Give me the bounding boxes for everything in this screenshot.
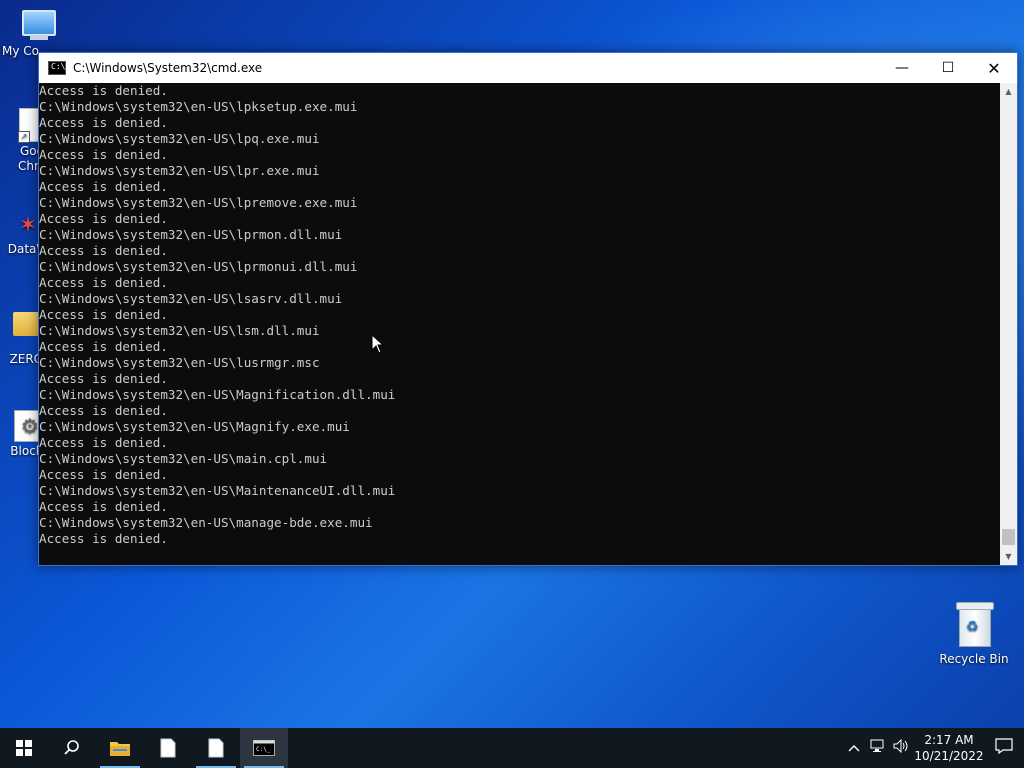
console-line: C:\Windows\system32\en-US\lusrmgr.msc bbox=[39, 355, 320, 370]
console-line: Access is denied. bbox=[39, 531, 168, 546]
console-line: Access is denied. bbox=[39, 435, 168, 450]
desktop-icon-recycle-bin[interactable]: ♻ Recycle Bin bbox=[938, 602, 1010, 666]
taskbar-file-explorer[interactable] bbox=[96, 728, 144, 768]
console-line: Access is denied. bbox=[39, 467, 168, 482]
console-line: C:\Windows\system32\en-US\lpq.exe.mui bbox=[39, 131, 320, 146]
console-line: C:\Windows\system32\en-US\lsasrv.dll.mui bbox=[39, 291, 343, 306]
console-line: Access is denied. bbox=[39, 371, 168, 386]
windows-logo-icon bbox=[16, 740, 32, 756]
taskbar: C:\_ 2:17 AM 10/21/2022 bbox=[0, 728, 1024, 768]
console-line: Access is denied. bbox=[39, 243, 168, 258]
console-line: C:\Windows\system32\en-US\main.cpl.mui bbox=[39, 451, 328, 466]
start-button[interactable] bbox=[0, 728, 48, 768]
console-line: C:\Windows\system32\en-US\Magnification.… bbox=[39, 387, 396, 402]
document-icon bbox=[208, 738, 224, 758]
search-button[interactable] bbox=[48, 728, 96, 768]
console-line: Access is denied. bbox=[39, 403, 168, 418]
system-tray: 2:17 AM 10/21/2022 bbox=[842, 728, 1024, 768]
console-line: C:\Windows\system32\en-US\lpremove.exe.m… bbox=[39, 195, 358, 210]
taskbar-document-2[interactable] bbox=[192, 728, 240, 768]
console-line: C:\Windows\system32\en-US\lprmon.dll.mui bbox=[39, 227, 343, 242]
clock-time: 2:17 AM bbox=[924, 733, 974, 747]
minimize-button[interactable]: — bbox=[879, 53, 925, 83]
taskbar-document-1[interactable] bbox=[144, 728, 192, 768]
console-line: C:\Windows\system32\en-US\MaintenanceUI.… bbox=[39, 483, 396, 498]
recycle-bin-icon: ♻ bbox=[956, 602, 994, 647]
clock-date: 10/21/2022 bbox=[914, 749, 984, 763]
computer-icon bbox=[18, 10, 58, 42]
console-line: C:\Windows\system32\en-US\lsm.dll.mui bbox=[39, 323, 320, 338]
cmd-window[interactable]: C:\ C:\Windows\System32\cmd.exe — ☐ ✕ Ac… bbox=[38, 52, 1018, 566]
cmd-icon: C:\_ bbox=[253, 740, 275, 756]
console-line: Access is denied. bbox=[39, 499, 168, 514]
close-button[interactable]: ✕ bbox=[971, 53, 1017, 83]
console-line: Access is denied. bbox=[39, 339, 168, 354]
console-line: Access is denied. bbox=[39, 115, 168, 130]
console-line: C:\Windows\system32\en-US\lpr.exe.mui bbox=[39, 163, 320, 178]
console-line: Access is denied. bbox=[39, 179, 168, 194]
window-title: C:\Windows\System32\cmd.exe bbox=[73, 61, 263, 75]
search-icon bbox=[64, 740, 79, 755]
maximize-button[interactable]: ☐ bbox=[925, 53, 971, 83]
show-hidden-icons-chevron-icon[interactable] bbox=[842, 741, 866, 756]
scrollbar-thumb[interactable] bbox=[1002, 529, 1015, 545]
clock[interactable]: 2:17 AM 10/21/2022 bbox=[914, 732, 984, 764]
desktop-icon-label: Recycle Bin bbox=[939, 652, 1009, 666]
taskbar-cmd[interactable]: C:\_ bbox=[240, 728, 288, 768]
vertical-scrollbar[interactable]: ▲ ▼ bbox=[1000, 83, 1017, 565]
console-line: C:\Windows\system32\en-US\lpksetup.exe.m… bbox=[39, 99, 358, 114]
cmd-app-icon[interactable]: C:\ bbox=[48, 61, 66, 75]
scroll-up-arrow-icon[interactable]: ▲ bbox=[1000, 83, 1017, 100]
console-line: C:\Windows\system32\en-US\manage-bde.exe… bbox=[39, 515, 373, 530]
console-line: C:\Windows\system32\en-US\lprmonui.dll.m… bbox=[39, 259, 358, 274]
desktop-icon-my-computer[interactable]: My Co bbox=[2, 10, 74, 58]
svg-text:C:\_: C:\_ bbox=[256, 746, 271, 753]
console-line: Access is denied. bbox=[39, 307, 168, 322]
folder-icon bbox=[110, 742, 130, 756]
scroll-down-arrow-icon[interactable]: ▼ bbox=[1000, 548, 1017, 565]
volume-icon[interactable] bbox=[890, 738, 914, 757]
console-line: Access is denied. bbox=[39, 275, 168, 290]
document-icon bbox=[160, 738, 176, 758]
console-output[interactable]: Access is denied. C:\Windows\system32\en-… bbox=[39, 83, 1000, 565]
network-icon[interactable] bbox=[866, 739, 890, 757]
notification-center-icon[interactable] bbox=[984, 738, 1024, 758]
console-line: Access is denied. bbox=[39, 147, 168, 162]
window-titlebar[interactable]: C:\ C:\Windows\System32\cmd.exe — ☐ ✕ bbox=[39, 53, 1017, 83]
console-line: Access is denied. bbox=[39, 211, 168, 226]
console-line: C:\Windows\system32\en-US\Magnify.exe.mu… bbox=[39, 419, 350, 434]
console-line: Access is denied. bbox=[39, 83, 168, 98]
